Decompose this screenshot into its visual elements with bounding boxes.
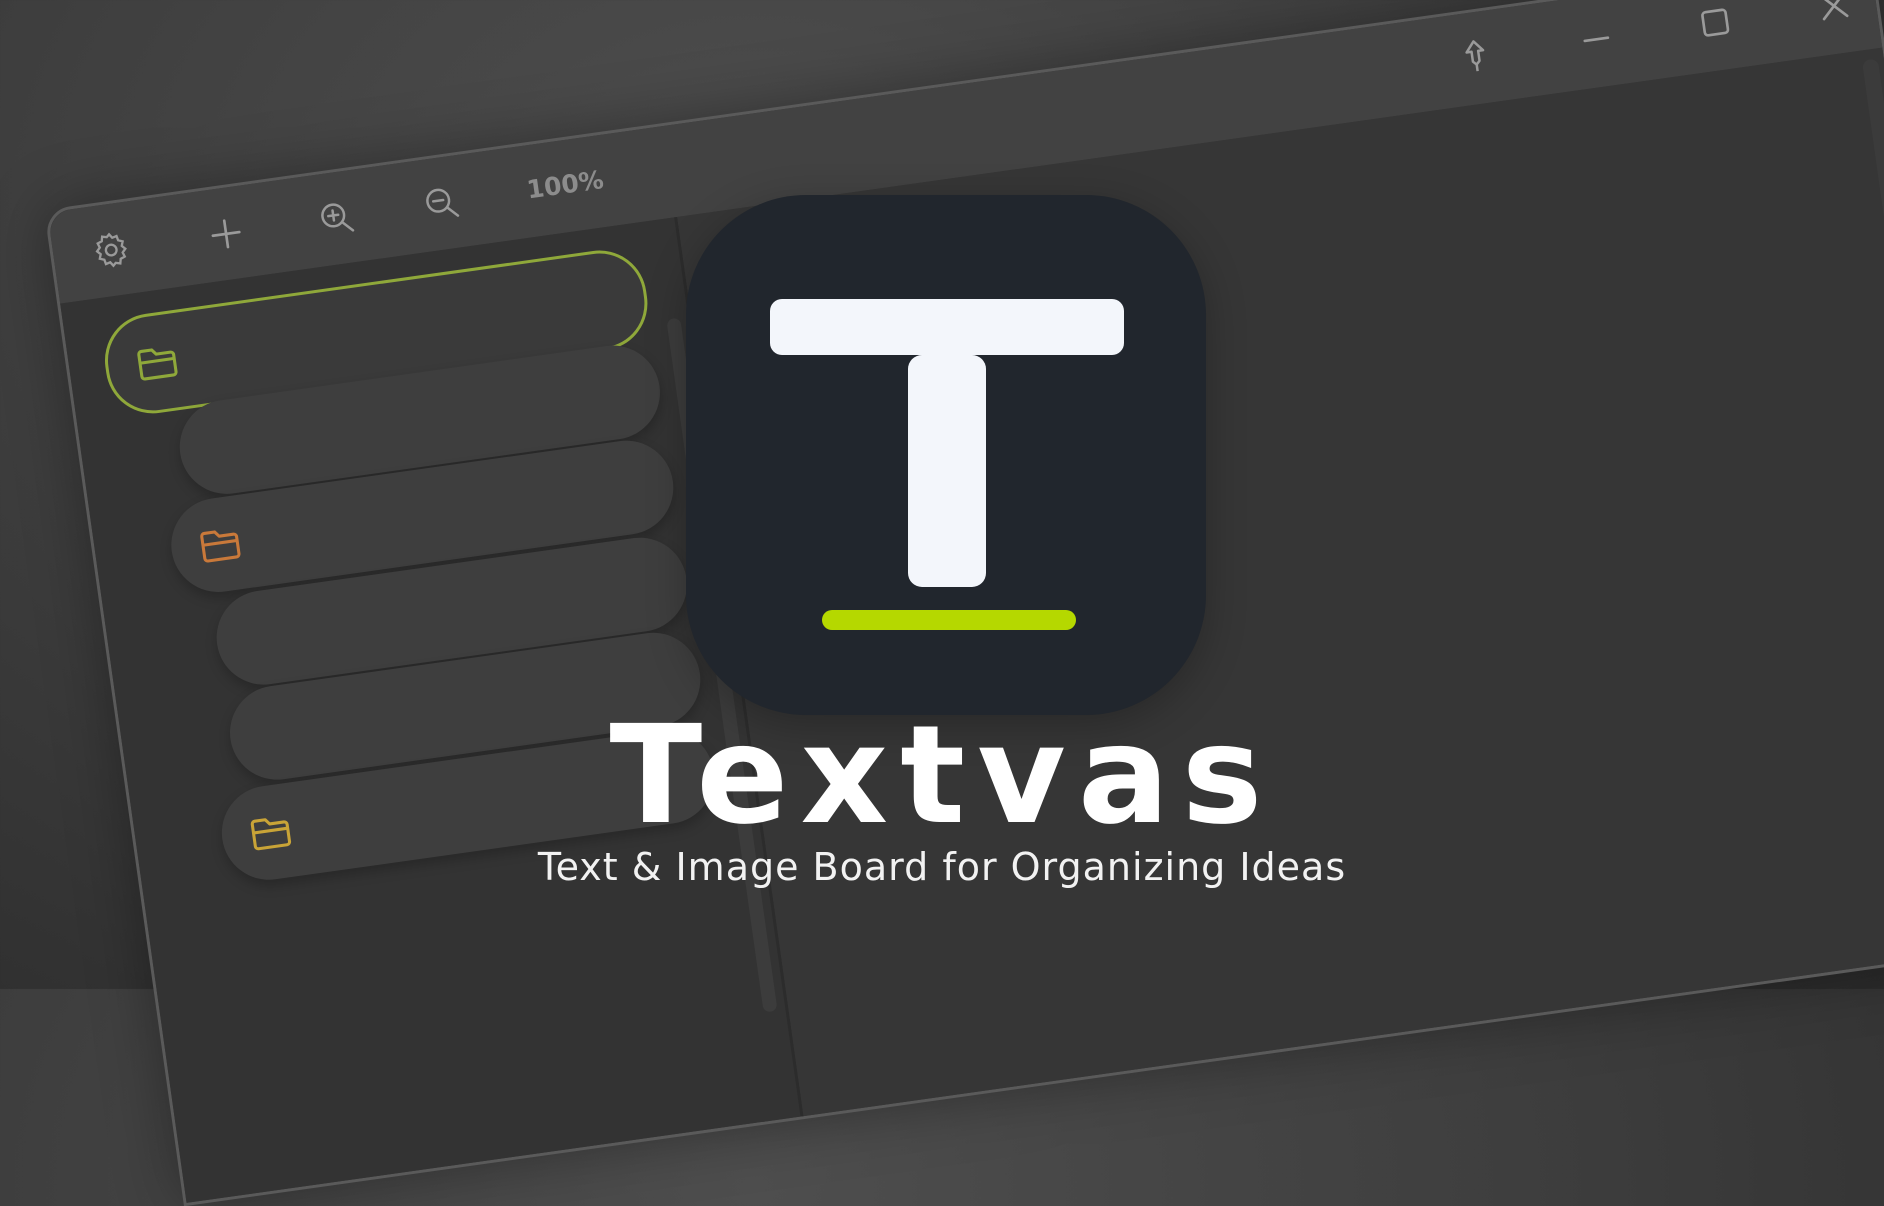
zoom-out-icon [426, 188, 460, 217]
close-button[interactable] [1802, 0, 1865, 38]
close-icon [1819, 0, 1849, 21]
maximize-button[interactable] [1684, 0, 1747, 54]
app-name: Textvas [609, 697, 1275, 855]
app-tagline: Text & Image Board for Organizing Ideas [537, 845, 1347, 889]
zoom-in-button[interactable] [310, 191, 364, 245]
folder-icon [131, 337, 183, 389]
canvas-scrollbar[interactable] [1861, 58, 1884, 556]
plus-icon [211, 219, 241, 249]
app-logo [686, 195, 1206, 715]
zoom-out-button[interactable] [415, 176, 469, 230]
settings-button[interactable] [84, 223, 138, 277]
folder-icon [194, 519, 246, 571]
add-button[interactable] [199, 207, 253, 261]
maximize-icon [1701, 8, 1730, 37]
minimize-icon [1583, 36, 1610, 43]
zoom-level: 100% [524, 164, 606, 205]
gear-icon [95, 232, 127, 268]
pin-button[interactable] [1444, 25, 1507, 88]
textvas-logo-glyph [770, 299, 1124, 630]
zoom-in-icon [321, 203, 355, 232]
pin-icon [1465, 40, 1485, 72]
minimize-button[interactable] [1565, 8, 1628, 71]
